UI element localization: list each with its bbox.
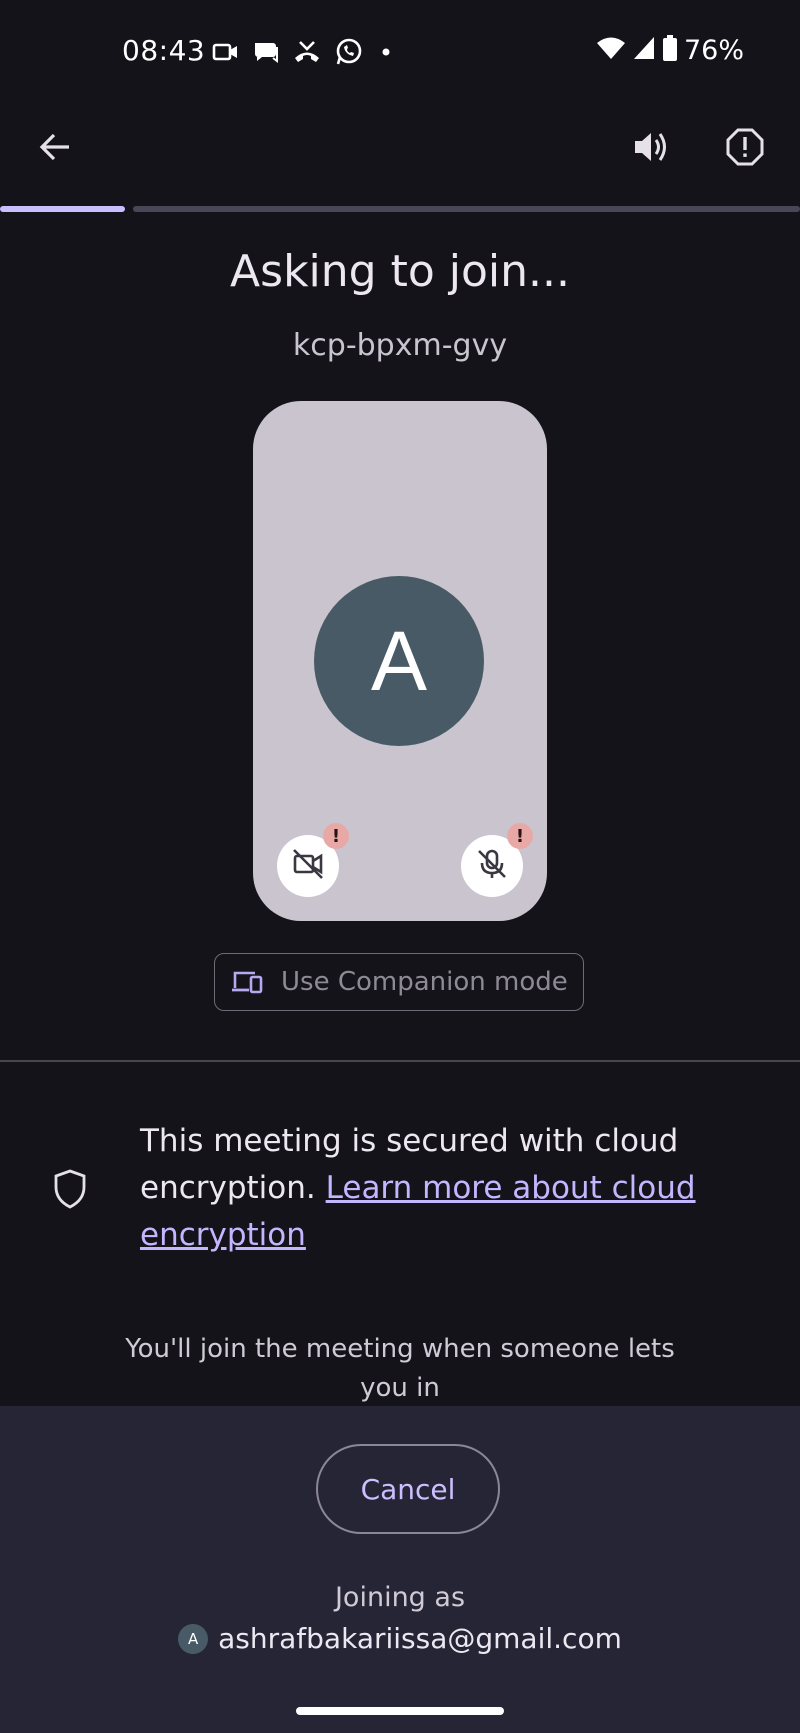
companion-mode-label: Use Companion mode <box>281 967 568 997</box>
report-problem-button[interactable] <box>717 121 773 177</box>
progress-indicator <box>0 206 125 212</box>
system-status: 76% <box>596 34 744 66</box>
cancel-button[interactable]: Cancel <box>316 1444 500 1534</box>
video-call-icon <box>212 39 240 65</box>
mic-warning-badge: ! <box>507 823 533 849</box>
more-notifications-dot <box>376 42 396 62</box>
account-row: A ashrafbakariissa@gmail.com <box>0 1622 800 1655</box>
progress-track <box>133 206 800 212</box>
cell-signal-icon <box>632 35 656 65</box>
meeting-code: kcp-bpxm-gvy <box>292 328 508 363</box>
battery-percent: 76% <box>683 34 744 66</box>
notification-icons <box>212 36 396 68</box>
account-avatar: A <box>178 1623 209 1654</box>
missed-call-icon <box>292 39 322 65</box>
battery-icon <box>662 34 678 66</box>
whatsapp-icon <box>334 37 364 67</box>
wifi-icon <box>596 35 626 65</box>
account-email: ashrafbakariissa@gmail.com <box>218 1622 622 1655</box>
arrow-back-icon <box>37 129 73 169</box>
shield-icon <box>52 1168 88 1214</box>
video-off-icon <box>291 847 325 885</box>
status-time: 08:43 <box>122 34 206 67</box>
chat-bubble-icon <box>252 39 280 65</box>
join-progress-bar <box>0 206 800 212</box>
audio-output-button[interactable] <box>623 121 679 177</box>
joining-as-label: Joining as <box>334 1582 466 1613</box>
devices-icon <box>231 968 263 996</box>
bottom-panel: Cancel Joining as A ashrafbakariissa@gma… <box>0 1406 800 1733</box>
divider <box>0 1060 800 1062</box>
encryption-text-block: This meeting is secured with cloud encry… <box>140 1118 700 1259</box>
page-title: Asking to join... <box>230 246 570 297</box>
join-screen: 08:43 76% Asking to join... kcp-bpxm-gvy… <box>0 0 800 1733</box>
back-button[interactable] <box>27 121 83 177</box>
self-preview-tile: A ! ! <box>253 401 547 921</box>
speaker-icon <box>631 127 671 171</box>
companion-mode-button[interactable]: Use Companion mode <box>214 953 584 1011</box>
wait-message: You'll join the meeting when someone let… <box>125 1334 675 1403</box>
avatar: A <box>314 576 484 746</box>
status-bar: 08:43 76% <box>0 0 800 100</box>
report-icon <box>725 127 765 171</box>
home-indicator[interactable] <box>296 1707 504 1715</box>
camera-warning-badge: ! <box>323 823 349 849</box>
mic-off-icon <box>475 847 509 885</box>
